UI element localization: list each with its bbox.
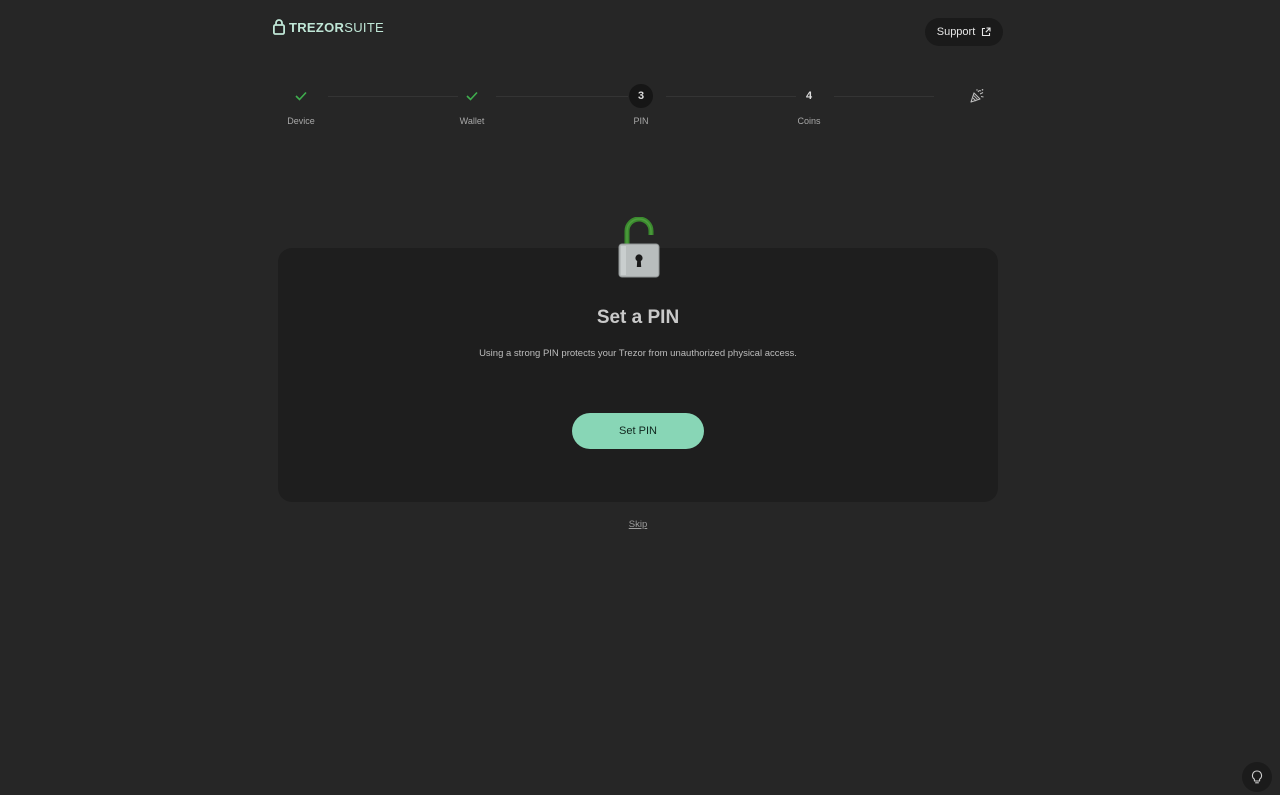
onboarding-page: TREZOR SUITE Support Device Wallet 3 PIN… [0,0,1280,795]
tips-button[interactable] [1242,762,1272,792]
step-pin: 3 PIN [601,84,681,126]
skip-link[interactable]: Skip [608,519,668,530]
set-pin-card [278,248,998,502]
step-label: Coins [797,116,821,126]
check-icon [295,91,307,101]
step-number: 4 [805,90,813,102]
trezor-suite-logo: TREZOR SUITE [273,17,384,37]
page-title: Set a PIN [596,307,680,328]
step-marker [460,84,484,108]
trezor-logo-icon [273,19,285,35]
step-coins: 4 Coins [769,84,849,126]
step-marker [289,84,313,108]
lightbulb-icon [1251,770,1263,784]
step-label: PIN [633,116,649,126]
check-icon [466,91,478,101]
step-marker [965,84,989,108]
step-number: 3 [629,84,653,108]
party-popper-icon [970,89,984,103]
external-link-icon [982,27,991,37]
logo-brand: TREZOR [289,19,345,35]
step-wallet: Wallet [432,84,512,126]
support-label: Support [936,26,976,38]
step-final [937,84,1017,116]
logo-product: SUITE [344,19,385,35]
onboarding-stepper: Device Wallet 3 PIN 4 Coins [287,84,993,134]
set-pin-button[interactable]: Set PIN [572,413,704,449]
step-label: Device [287,116,315,126]
step-device: Device [261,84,341,126]
support-button[interactable]: Support [925,18,1003,46]
step-label: Wallet [459,116,485,126]
step-connector [834,96,934,97]
card-description: Using a strong PIN protects your Trezor … [479,348,797,359]
lock-icon [618,217,660,278]
